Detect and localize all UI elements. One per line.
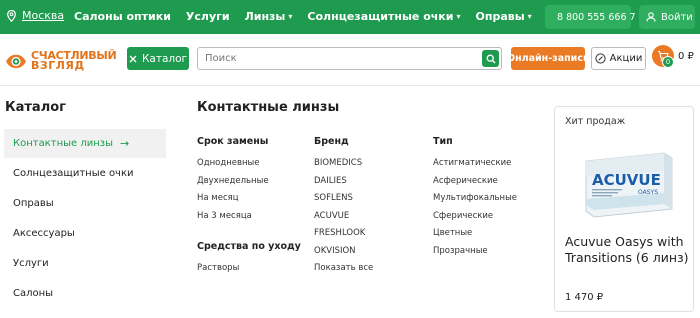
column-replacement: Срок замены Однодневные Двухнедельные На… [197,136,301,281]
city-selector[interactable]: Москва [7,9,64,22]
nav-services[interactable]: Услуги [186,10,230,23]
sidebar-item-services[interactable]: Услуги [4,249,166,278]
submenu-link[interactable]: SOFLENS [314,193,373,211]
nav-label: Салоны оптики [74,10,171,23]
online-booking-label: Онлайн-запись [507,53,589,64]
column-heading: Бренд [314,136,349,147]
cart-icon-wrap: 0 [652,45,674,68]
catalog-title: Каталог [5,100,66,115]
submenu-link[interactable]: FRESHLOOK [314,228,373,246]
submenu-title: Контактные линзы [197,100,340,115]
promotions-label: Акции [609,53,643,64]
column-heading: Срок замены [197,136,269,147]
online-booking-button[interactable]: Онлайн-запись [507,47,589,70]
submenu-link[interactable]: Прозрачные [433,246,517,264]
sidebar-item-frames[interactable]: Оправы [4,189,166,218]
cart-count-badge: 0 [662,56,674,68]
submenu-link[interactable]: Цветные [433,228,517,246]
nav-label: Солнцезащитные очки [307,10,454,23]
top-nav: Салоны оптики Услуги Линзы ▾ Солнцезащитн… [74,10,547,23]
column-heading: Средства по уходу [197,241,301,252]
eye-logo-icon [6,54,26,68]
product-name[interactable]: Acuvue Oasys with Transitions (6 линз) [565,234,690,266]
sidebar-item-label: Услуги [13,258,49,269]
sidebar-item-label: Аксессуары [13,228,75,239]
show-all-link[interactable]: Показать все [314,263,373,281]
column-brand: Бренд BIOMEDICS DAILIES SOFLENS ACUVUE F… [314,136,373,281]
chevron-down-icon: ▾ [288,12,293,21]
column-heading: Тип [433,136,453,147]
nav-frames[interactable]: Оправы ▾ [476,10,532,23]
cart-sum: 0 ₽ [678,50,694,62]
sidebar-item-label: Салоны [13,288,54,299]
submenu-link[interactable]: ACUVUE [314,211,373,229]
phone-button[interactable]: 8 800 555 666 7 [545,5,636,29]
phone-number: 8 800 555 666 7 [557,11,636,23]
nav-label: Услуги [185,10,230,23]
top-bar: Москва Салоны оптики Услуги Линзы ▾ Солнц… [0,0,700,34]
sidebar-item-label: Контактные линзы [13,138,113,149]
submenu-link[interactable]: Асферические [433,176,517,194]
submenu-link[interactable]: Двухнедельные [197,176,301,194]
sidebar-item-contact-lenses[interactable]: Контактные линзы → [4,129,166,158]
submenu-link[interactable]: BIOMEDICS [314,158,373,176]
submenu-link[interactable]: Астигматические [433,158,517,176]
nav-sunglasses[interactable]: Солнцезащитные очки ▾ [307,10,460,23]
submenu-link[interactable]: OKVISION [314,246,373,264]
nav-label: Линзы [244,10,286,23]
bestseller-card[interactable]: Хит продаж ACUVUE OASYS Acuvue Oasys wit… [554,106,694,312]
bestseller-badge: Хит продаж [565,116,626,127]
sidebar-item-salons[interactable]: Салоны [4,279,166,308]
product-price: 1 470 ₽ [565,292,604,303]
arrow-right-icon: → [119,137,130,150]
header: СЧАСТЛИВЫЙ ВЗГЛЯД Каталог Поиск Онлайн-з… [0,34,700,86]
sidebar-item-label: Оправы [13,198,54,209]
location-pin-icon [7,9,16,22]
search-placeholder: Поиск [205,53,237,64]
catalog-button-label: Каталог [141,52,188,65]
product-box-brand: ACUVUE [592,171,661,189]
user-icon [646,12,656,22]
logo[interactable]: СЧАСТЛИВЫЙ ВЗГЛЯД [5,50,117,72]
city-name: Москва [22,9,65,22]
submenu-link[interactable]: Растворы [197,263,301,281]
submenu-link[interactable]: Мультифокальные [433,193,517,211]
column-type: Тип Астигматические Асферические Мультиф… [433,136,517,263]
percent-badge-icon [595,53,606,64]
logo-line2: ВЗГЛЯД [31,59,85,72]
sidebar-item-accessories[interactable]: Аксессуары [4,219,166,248]
nav-label: Оправы [475,10,525,23]
submenu-link[interactable]: Однодневные [197,158,301,176]
cart-button[interactable]: 0 0 ₽ [652,45,694,68]
submenu-link[interactable]: На месяц [197,193,301,211]
search-button[interactable] [482,50,499,67]
submenu-link[interactable]: DAILIES [314,176,373,194]
close-icon [129,55,137,62]
sidebar-item-label: Солнцезащитные очки [13,168,134,179]
product-image[interactable]: ACUVUE OASYS [580,147,675,219]
search-icon [486,54,495,63]
login-label: Войти [661,11,693,23]
chevron-down-icon: ▾ [456,12,461,21]
nav-salons[interactable]: Салоны оптики [74,10,171,23]
submenu-link[interactable]: На 3 месяца [197,211,301,229]
sidebar-item-sunglasses[interactable]: Солнцезащитные очки [4,159,166,188]
chevron-down-icon: ▾ [527,12,532,21]
promotions-button[interactable]: Акции [591,47,646,70]
product-box-sub: OASYS [638,189,658,196]
catalog-button[interactable]: Каталог [127,47,189,70]
nav-lenses[interactable]: Линзы ▾ [245,10,293,23]
search-input[interactable]: Поиск [197,47,502,70]
login-button[interactable]: Войти [639,5,695,29]
submenu-link[interactable]: Сферические [433,211,517,229]
